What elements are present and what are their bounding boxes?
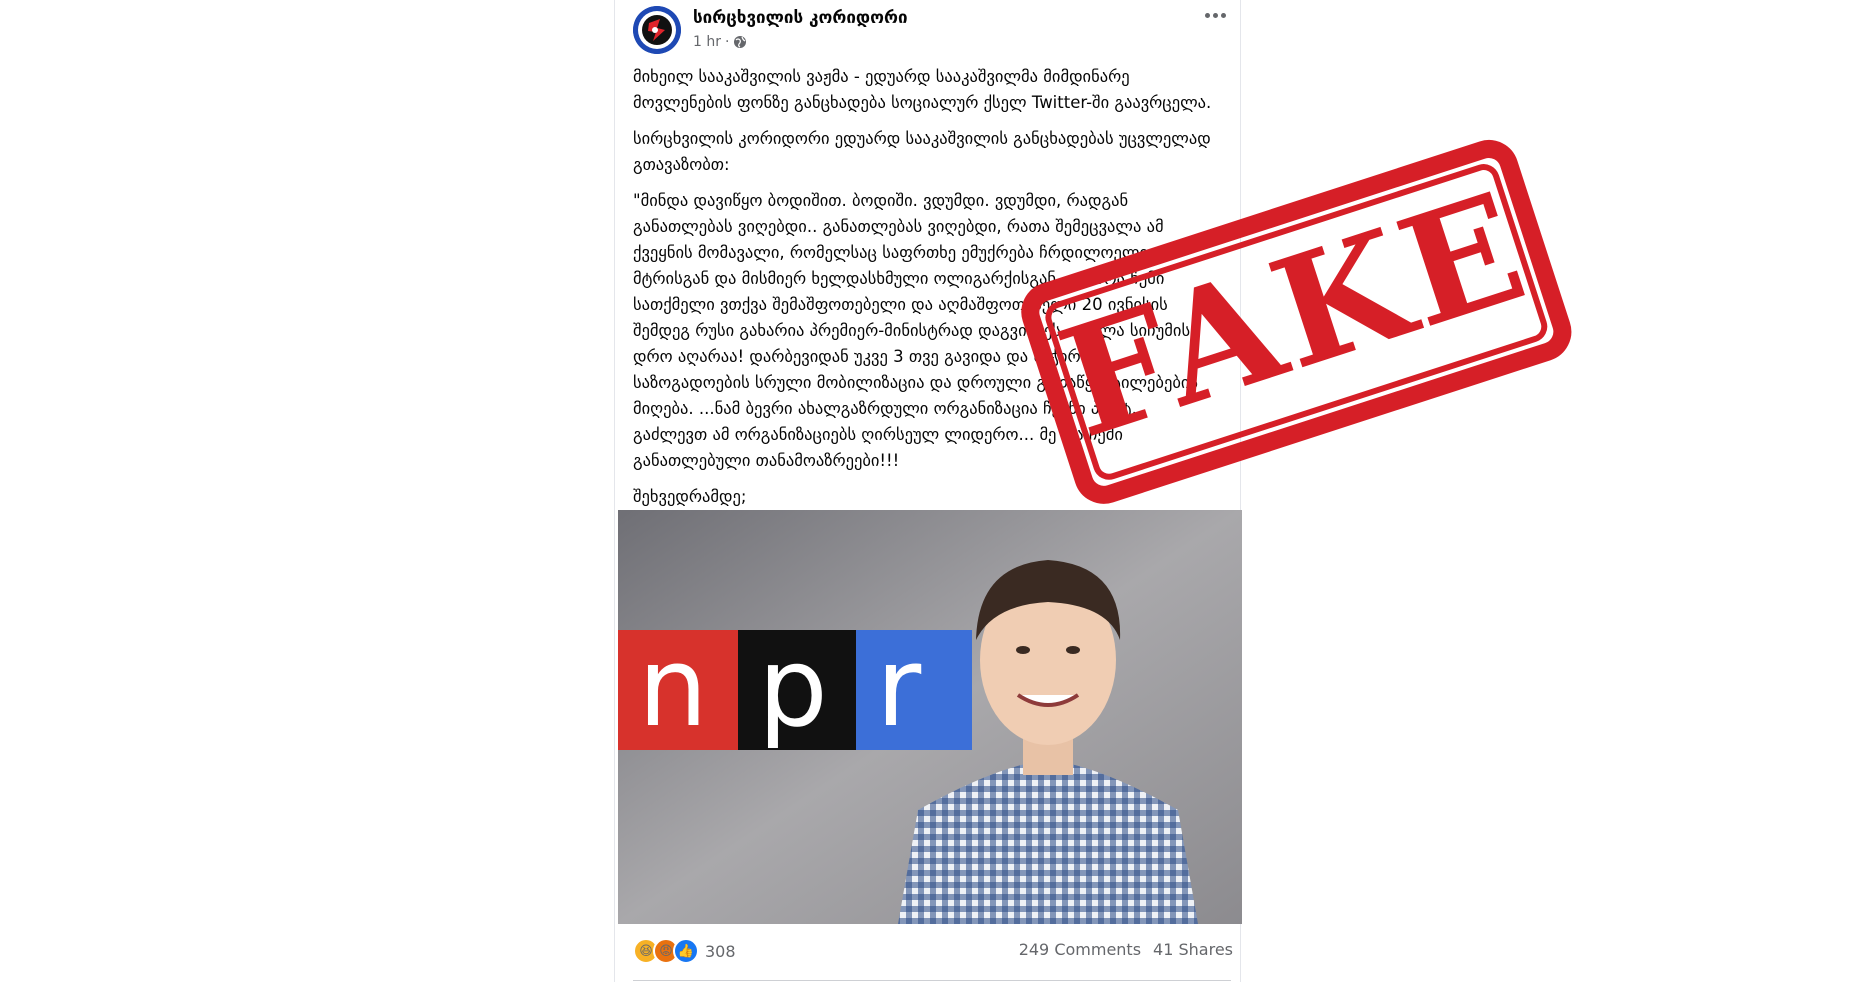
- page-logo-icon: [633, 6, 681, 54]
- reaction-count[interactable]: 308: [705, 942, 736, 961]
- page-avatar[interactable]: [633, 6, 681, 54]
- npr-letter: p: [758, 623, 828, 751]
- post-timestamp[interactable]: 1 hr: [693, 34, 721, 50]
- globe-icon[interactable]: [733, 35, 747, 49]
- post-stats: 249 Comments 41 Shares: [1019, 940, 1233, 959]
- npr-letter: r: [876, 623, 922, 751]
- post-photo[interactable]: n p r: [618, 510, 1242, 924]
- dot-icon: [1220, 12, 1226, 18]
- post-footer: 😆 😡 👍 308 249 Comments 41 Shares: [633, 938, 1233, 964]
- post-meta: 1 hr ·: [693, 34, 747, 50]
- post-paragraph: სირცხვილის კორიდორი ედუარდ სააკაშვილის გ…: [633, 129, 1216, 174]
- meta-separator: ·: [725, 34, 730, 50]
- shares-count-link[interactable]: 41 Shares: [1153, 940, 1233, 959]
- reactions-summary[interactable]: 😆 😡 👍 308: [633, 938, 736, 964]
- photo-illustration: n p r: [618, 510, 1242, 924]
- npr-letter: n: [638, 623, 708, 751]
- more-options-icon[interactable]: [1200, 6, 1230, 24]
- dot-icon: [1212, 12, 1218, 18]
- post-header: სირცხვილის კორიდორი 1 hr ·: [615, 6, 1215, 56]
- post-paragraph: მიხეილ სააკაშვილის ვაჟმა - ედუარდ სააკაშ…: [633, 67, 1212, 112]
- dot-icon: [1204, 12, 1210, 18]
- post-text: მიხეილ სააკაშვილის ვაჟმა - ედუარდ სააკაშ…: [633, 64, 1221, 546]
- comments-count-link[interactable]: 249 Comments: [1019, 940, 1141, 959]
- footer-divider: [633, 980, 1231, 981]
- page-name-link[interactable]: სირცხვილის კორიდორი: [693, 8, 908, 28]
- like-reaction-icon: 👍: [673, 938, 699, 964]
- post-paragraph: "მინდა დავიწყო ბოდიშით. ბოდიში. ვდუმდი. …: [633, 191, 1204, 470]
